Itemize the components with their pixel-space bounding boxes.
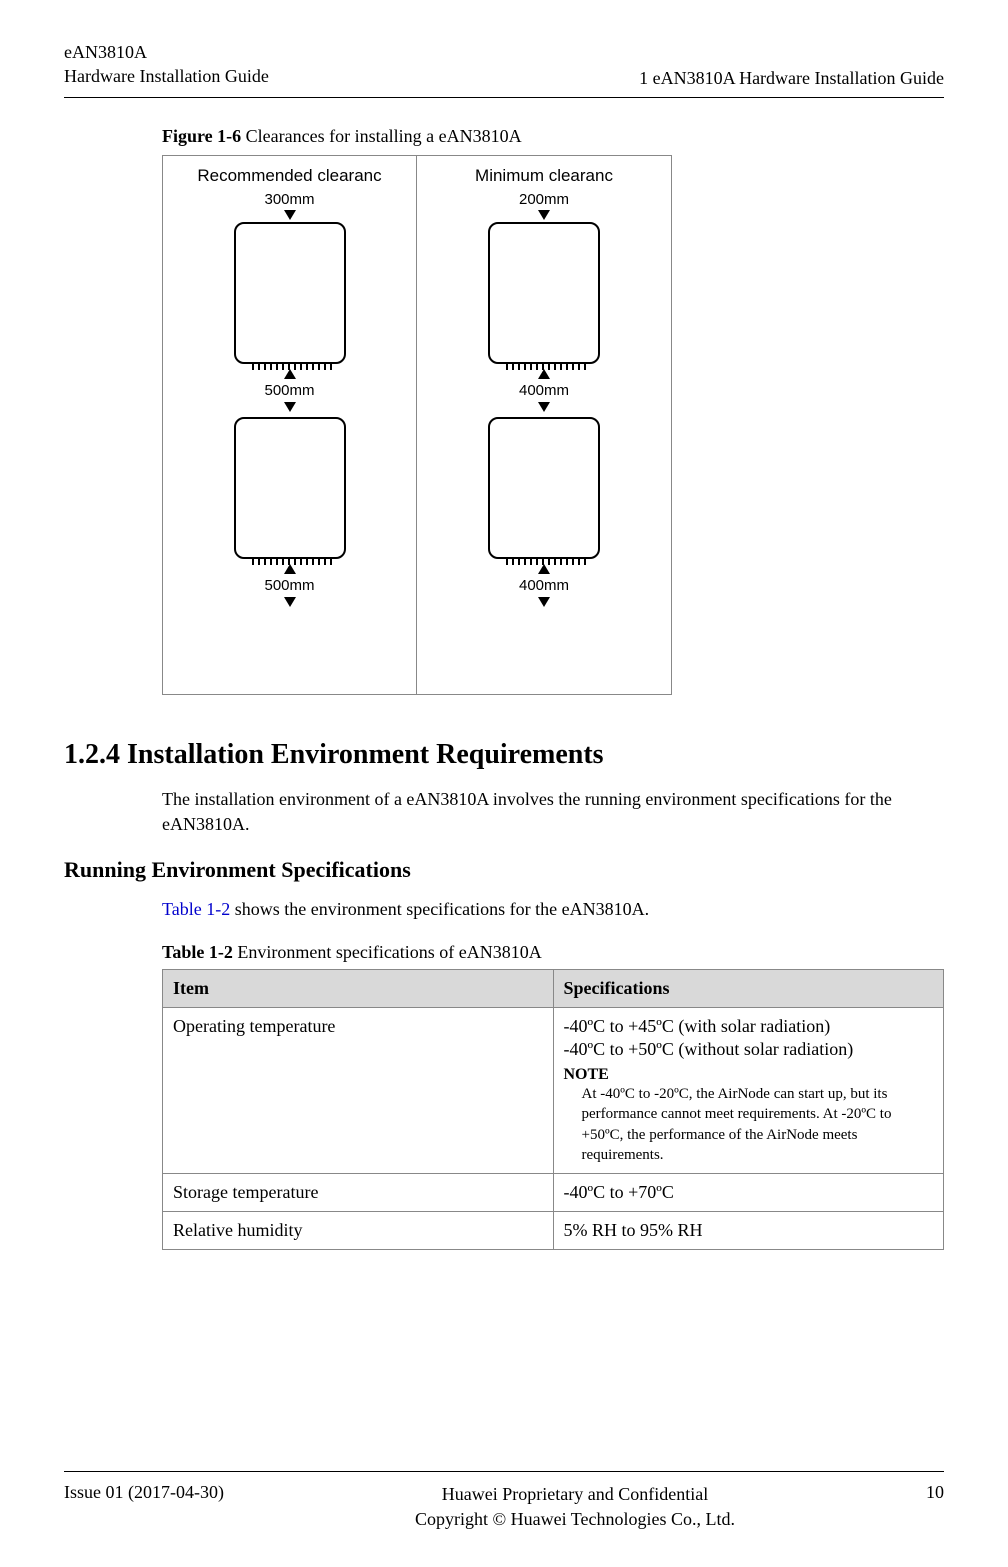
clearance-bot-right: 400mm — [519, 564, 569, 607]
down-arrow-icon — [284, 210, 296, 220]
clearance-value: 200mm — [519, 192, 569, 209]
cell-spec: -40ºC to +70ºC — [553, 1174, 944, 1212]
intro-post-text: shows the environment specifications for… — [230, 899, 649, 919]
note-text: At -40ºC to -20ºC, the AirNode can start… — [564, 1084, 934, 1165]
table-row: Storage temperature -40ºC to +70ºC — [163, 1174, 944, 1212]
col-header-item: Item — [163, 970, 554, 1008]
table-number: Table 1-2 — [162, 942, 233, 962]
col-header-spec: Specifications — [553, 970, 944, 1008]
subsection-heading: Running Environment Specifications — [64, 857, 944, 883]
down-arrow-icon — [538, 402, 550, 412]
down-arrow-icon — [284, 402, 296, 412]
up-arrow-icon — [538, 564, 550, 574]
device-box — [488, 417, 600, 559]
table-caption-text: Environment specifications of eAN3810A — [237, 942, 541, 962]
figure-caption: Figure 1-6 Clearances for installing a e… — [162, 126, 944, 147]
device-box — [234, 417, 346, 559]
product-name: eAN3810A — [64, 40, 269, 64]
clearance-value: 400mm — [519, 577, 569, 594]
clearance-value: 400mm — [519, 382, 569, 399]
spec-line: -40ºC to +50ºC (without solar radiation) — [564, 1039, 934, 1060]
clearance-mid-right: 400mm — [519, 369, 569, 412]
cell-spec: 5% RH to 95% RH — [553, 1212, 944, 1250]
subsection-intro: Table 1-2 shows the environment specific… — [162, 897, 944, 922]
header-left: eAN3810A Hardware Installation Guide — [64, 40, 269, 89]
cell-item: Storage temperature — [163, 1174, 554, 1212]
cell-item: Relative humidity — [163, 1212, 554, 1250]
table-row: Relative humidity 5% RH to 95% RH — [163, 1212, 944, 1250]
page-header: eAN3810A Hardware Installation Guide 1 e… — [64, 40, 944, 98]
note-label: NOTE — [564, 1066, 934, 1084]
device-box — [488, 222, 600, 364]
up-arrow-icon — [538, 369, 550, 379]
header-right: 1 eAN3810A Hardware Installation Guide — [639, 68, 944, 89]
table-row: Operating temperature -40ºC to +45ºC (wi… — [163, 1008, 944, 1174]
up-arrow-icon — [284, 564, 296, 574]
clearance-bot-left: 500mm — [264, 564, 314, 607]
cell-item: Operating temperature — [163, 1008, 554, 1174]
footer-page-number: 10 — [926, 1482, 944, 1531]
clearance-value: 500mm — [264, 577, 314, 594]
cell-spec: -40ºC to +45ºC (with solar radiation) -4… — [553, 1008, 944, 1174]
figure-1-6: Recommended clearanc 300mm 500mm 500mm M… — [162, 155, 672, 695]
spec-line: -40ºC to +45ºC (with solar radiation) — [564, 1016, 934, 1037]
footer-center: Huawei Proprietary and Confidential Copy… — [415, 1482, 735, 1531]
page-footer: Issue 01 (2017-04-30) Huawei Proprietary… — [64, 1471, 944, 1531]
clearance-value: 300mm — [264, 192, 314, 209]
footer-confidential: Huawei Proprietary and Confidential — [415, 1482, 735, 1506]
up-arrow-icon — [284, 369, 296, 379]
clearance-top-left: 300mm — [264, 192, 314, 221]
footer-issue: Issue 01 (2017-04-30) — [64, 1482, 224, 1531]
down-arrow-icon — [538, 210, 550, 220]
table-caption: Table 1-2 Environment specifications of … — [162, 942, 944, 963]
clearance-value: 500mm — [264, 382, 314, 399]
device-box — [234, 222, 346, 364]
doc-title: Hardware Installation Guide — [64, 64, 269, 88]
spec-table: Item Specifications Operating temperatur… — [162, 969, 944, 1250]
footer-copyright: Copyright © Huawei Technologies Co., Ltd… — [415, 1507, 735, 1531]
figure-recommended-panel: Recommended clearanc 300mm 500mm 500mm — [163, 156, 417, 694]
figure-right-title: Minimum clearanc — [475, 166, 613, 186]
figure-left-title: Recommended clearanc — [197, 166, 381, 186]
section-body: The installation environment of a eAN381… — [162, 787, 944, 837]
figure-minimum-panel: Minimum clearanc 200mm 400mm 400mm — [417, 156, 671, 694]
clearance-mid-left: 500mm — [264, 369, 314, 412]
down-arrow-icon — [284, 597, 296, 607]
figure-caption-text: Clearances for installing a eAN3810A — [246, 126, 522, 146]
section-heading-1-2-4: 1.2.4 Installation Environment Requireme… — [64, 739, 944, 771]
figure-number: Figure 1-6 — [162, 126, 241, 146]
clearance-top-right: 200mm — [519, 192, 569, 221]
table-header-row: Item Specifications — [163, 970, 944, 1008]
table-reference-link[interactable]: Table 1-2 — [162, 899, 230, 919]
down-arrow-icon — [538, 597, 550, 607]
